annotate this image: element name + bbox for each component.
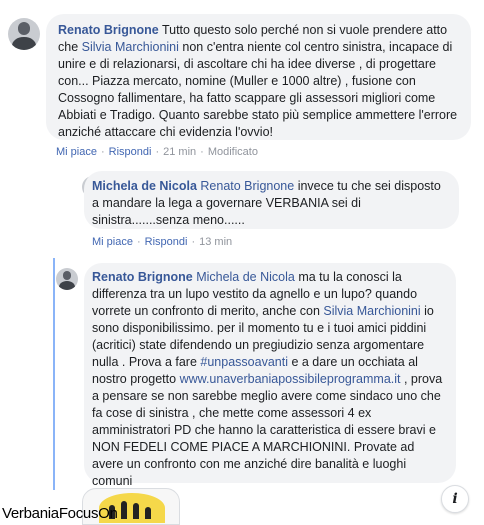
avatar[interactable]	[8, 18, 40, 50]
reply-link[interactable]: Rispondi	[145, 236, 188, 248]
comment-bubble: Renato Brignone Michela de Nicola ma tu …	[84, 263, 456, 488]
mention-link[interactable]: Michela de Nicola	[196, 270, 295, 284]
comment-bubble: Michela de Nicola Renato Brignone invece…	[84, 171, 459, 229]
comment-author[interactable]: Renato Brignone	[92, 270, 193, 284]
like-link[interactable]: Mi piace	[92, 236, 133, 248]
comment-text: , prova a pensare se non sarebbe meglio …	[92, 372, 443, 488]
timestamp[interactable]: 13 min	[199, 236, 232, 248]
info-button[interactable]: i	[441, 485, 469, 513]
timestamp[interactable]: 21 min	[163, 146, 196, 158]
avatar[interactable]	[56, 268, 78, 290]
external-link[interactable]: www.unaverbaniapossibileprogramma.it	[180, 372, 401, 386]
reply-link[interactable]: Rispondi	[109, 146, 152, 158]
comment-author[interactable]: Michela de Nicola	[92, 179, 197, 193]
like-link[interactable]: Mi piace	[56, 146, 97, 158]
comment-author[interactable]: Renato Brignone	[58, 23, 159, 37]
comment-bubble: Renato Brignone Tutto questo solo perché…	[46, 14, 471, 140]
thread-indicator	[53, 258, 55, 490]
comment-actions: Mi piace · Rispondi · 13 min	[92, 236, 233, 248]
comment-actions: Mi piace · Rispondi · 21 min · Modificato	[56, 146, 258, 158]
edited-label: Modificato	[207, 146, 258, 158]
mention-link[interactable]: Silvia Marchionini	[82, 40, 179, 54]
mention-link[interactable]: Silvia Marchionini	[323, 304, 420, 318]
watermark: VerbaniaFocusOn	[2, 505, 118, 522]
mention-link[interactable]: Renato Brignone	[200, 179, 294, 193]
hashtag-link[interactable]: #unpassoavanti	[200, 355, 288, 369]
comment-text: non c'entra niente col centro sinistra, …	[58, 40, 458, 139]
